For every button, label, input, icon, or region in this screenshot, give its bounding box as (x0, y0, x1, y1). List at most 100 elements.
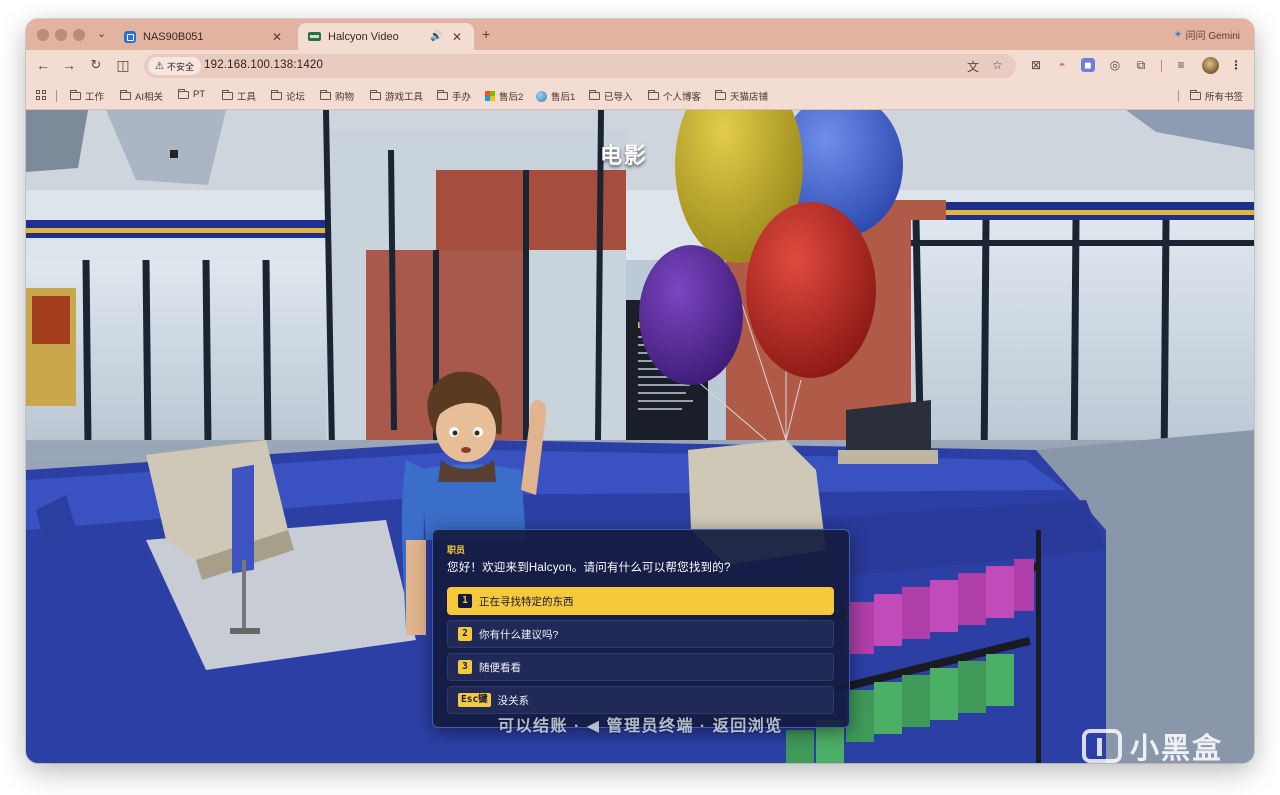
folder-icon (222, 90, 233, 100)
bookmark-label: 购物 (335, 92, 355, 103)
minimize-window-button[interactable] (55, 29, 67, 41)
tab-strip: ⌄ NAS90B051 ✕ Halcyon Video 🔊 ✕ + ✦ 问问 G… (26, 19, 1254, 50)
bookmark-label: 售后1 (551, 92, 576, 103)
watermark: 小黑盒 (1082, 725, 1223, 763)
dialog-option-2[interactable]: 2 你有什么建议吗? (447, 620, 834, 648)
folder-icon (370, 90, 381, 100)
tab-nas[interactable]: NAS90B051 ✕ (114, 23, 294, 50)
dialog-message: 您好！欢迎来到Halcyon。请问有什么可以帮您找到的? (447, 562, 731, 574)
forward-arrow-icon[interactable]: → (60, 57, 78, 73)
bookmark-label: 所有书签 (1205, 92, 1244, 103)
bookmark-divider (56, 90, 57, 102)
folder-icon (120, 90, 131, 100)
bookmark-folder[interactable]: PT (178, 88, 206, 100)
address-bar[interactable]: ⚠ 不安全 192.168.100.138:1420 文 ☆ (144, 54, 1016, 78)
tab-halcyon-video[interactable]: Halcyon Video 🔊 ✕ (298, 23, 474, 50)
close-window-button[interactable] (37, 29, 49, 41)
bookmark-folder[interactable]: 已导入 (589, 89, 633, 103)
folder-icon (320, 90, 331, 100)
bookmark-label: 已导入 (604, 92, 633, 103)
apps-grid-icon[interactable] (36, 90, 46, 100)
window-right (911, 220, 1254, 460)
toolbar-divider (1161, 60, 1162, 72)
globe-icon (536, 90, 547, 102)
toolbar: ← → ↻ ◫ ⚠ 不安全 192.168.100.138:1420 文 ☆ ⊠… (26, 50, 1254, 82)
folder-icon (437, 90, 448, 100)
reload-icon[interactable]: ↻ (87, 57, 105, 73)
kebab-menu-icon[interactable]: ⋮ (1229, 58, 1243, 72)
close-icon[interactable]: ✕ (450, 30, 464, 44)
speaker-icon[interactable]: 🔊 (430, 31, 444, 42)
option-label: 没关系 (497, 694, 530, 707)
bookmark-label: PT (193, 89, 206, 100)
bookmark-folder[interactable]: 手办 (437, 89, 471, 103)
bookmark-folder[interactable]: 天猫店铺 (715, 89, 768, 103)
security-chip[interactable]: ⚠ 不安全 (148, 57, 201, 75)
url-text[interactable]: 192.168.100.138:1420 (204, 59, 323, 71)
gemini-button[interactable]: ✦ 问问 Gemini (1173, 27, 1240, 42)
balloon-red (746, 202, 876, 378)
warning-triangle-icon: ⚠ (155, 60, 164, 72)
new-tab-plus-icon[interactable]: + (482, 26, 490, 42)
browser-window: ⌄ NAS90B051 ✕ Halcyon Video 🔊 ✕ + ✦ 问问 G… (26, 19, 1254, 763)
extension-crop-icon[interactable]: ⊠ (1029, 58, 1043, 72)
folder-icon (715, 90, 726, 100)
bookmark-label: 天猫店铺 (730, 92, 769, 103)
security-label: 不安全 (166, 61, 194, 72)
game-viewport[interactable]: 电影 职员 您好！欢迎来到Halcyon。请问有什么可以帮您找到的? 1 正在寻… (26, 110, 1254, 763)
nas-icon (124, 30, 136, 43)
bookmark-folder[interactable]: AI相关 (120, 89, 163, 103)
bookmark-folder[interactable]: 游戏工具 (370, 89, 423, 103)
hotkey-badge: 3 (458, 660, 472, 674)
folder-icon (1190, 90, 1201, 100)
extension-blue-icon[interactable]: ◼ (1081, 58, 1095, 72)
translate-icon[interactable]: 文 (967, 58, 979, 75)
hotkey-badge: 2 (458, 627, 472, 641)
back-arrow-icon[interactable]: ← (34, 57, 52, 73)
all-bookmarks-folder[interactable]: 所有书签 (1190, 89, 1243, 103)
balloon-purple (639, 245, 743, 385)
bookmark-label: 工作 (85, 92, 105, 103)
zoom-window-button[interactable] (73, 29, 85, 41)
dialog-box: 职员 您好！欢迎来到Halcyon。请问有什么可以帮您找到的? 1 正在寻找特定… (432, 529, 850, 728)
tab-search-chevron-icon[interactable]: ⌄ (97, 27, 106, 40)
bookmarks-bar: 工作 AI相关 PT 工具 论坛 购物 游戏工具 手办 售后2 售后1 已导入 … (26, 82, 1254, 110)
hotkey-badge: 1 (458, 594, 472, 608)
bookmark-folder[interactable]: 工具 (222, 89, 256, 103)
halcyon-icon (308, 32, 321, 41)
tab-title: Halcyon Video (328, 30, 399, 43)
folder-icon (70, 90, 81, 100)
extension-pink-icon[interactable]: ◓ (1055, 58, 1069, 72)
hotkey-badge: Esc键 (458, 693, 491, 707)
bookmark-label: 个人博客 (663, 92, 702, 103)
folder-icon (271, 90, 282, 100)
control-hint: 可以结账 · ◀ 管理员终端 · 返回浏览 (498, 718, 783, 735)
scene-title: 电影 (599, 143, 648, 168)
bookmark-folder[interactable]: 工作 (70, 89, 104, 103)
bookmark-folder[interactable]: 购物 (320, 89, 354, 103)
gemini-label: 问问 Gemini (1185, 31, 1240, 42)
xiaoheihe-logo-icon (1082, 729, 1122, 763)
dialog-option-esc[interactable]: Esc键 没关系 (447, 686, 834, 714)
close-icon[interactable]: ✕ (270, 30, 284, 44)
avatar[interactable] (1202, 57, 1219, 74)
dialog-option-1[interactable]: 1 正在寻找特定的东西 (447, 587, 834, 615)
bookmark-label: 游戏工具 (385, 92, 424, 103)
bookmark-folder[interactable]: 论坛 (271, 89, 305, 103)
option-label: 你有什么建议吗? (479, 628, 559, 641)
extension-circle-icon[interactable]: ◎ (1108, 58, 1122, 72)
bookmark-link[interactable]: 售后2 (485, 89, 523, 103)
bookmark-label: AI相关 (135, 92, 163, 103)
puzzle-icon[interactable]: ⧉ (1134, 58, 1148, 72)
speaker-name: 职员 (447, 545, 466, 555)
bookmark-label: 售后2 (499, 92, 524, 103)
bookmark-folder[interactable]: 个人博客 (648, 89, 701, 103)
watermark-text: 小黑盒 (1130, 733, 1224, 763)
bookmark-label: 论坛 (286, 92, 306, 103)
bookmark-link[interactable]: 售后1 (536, 89, 575, 103)
option-label: 正在寻找特定的东西 (479, 595, 574, 608)
bookmark-star-icon[interactable]: ☆ (992, 58, 1003, 72)
dialog-option-3[interactable]: 3 随便看看 (447, 653, 834, 681)
side-panel-icon[interactable]: ◫ (114, 57, 132, 74)
media-control-icon[interactable]: ≡ (1174, 58, 1188, 72)
